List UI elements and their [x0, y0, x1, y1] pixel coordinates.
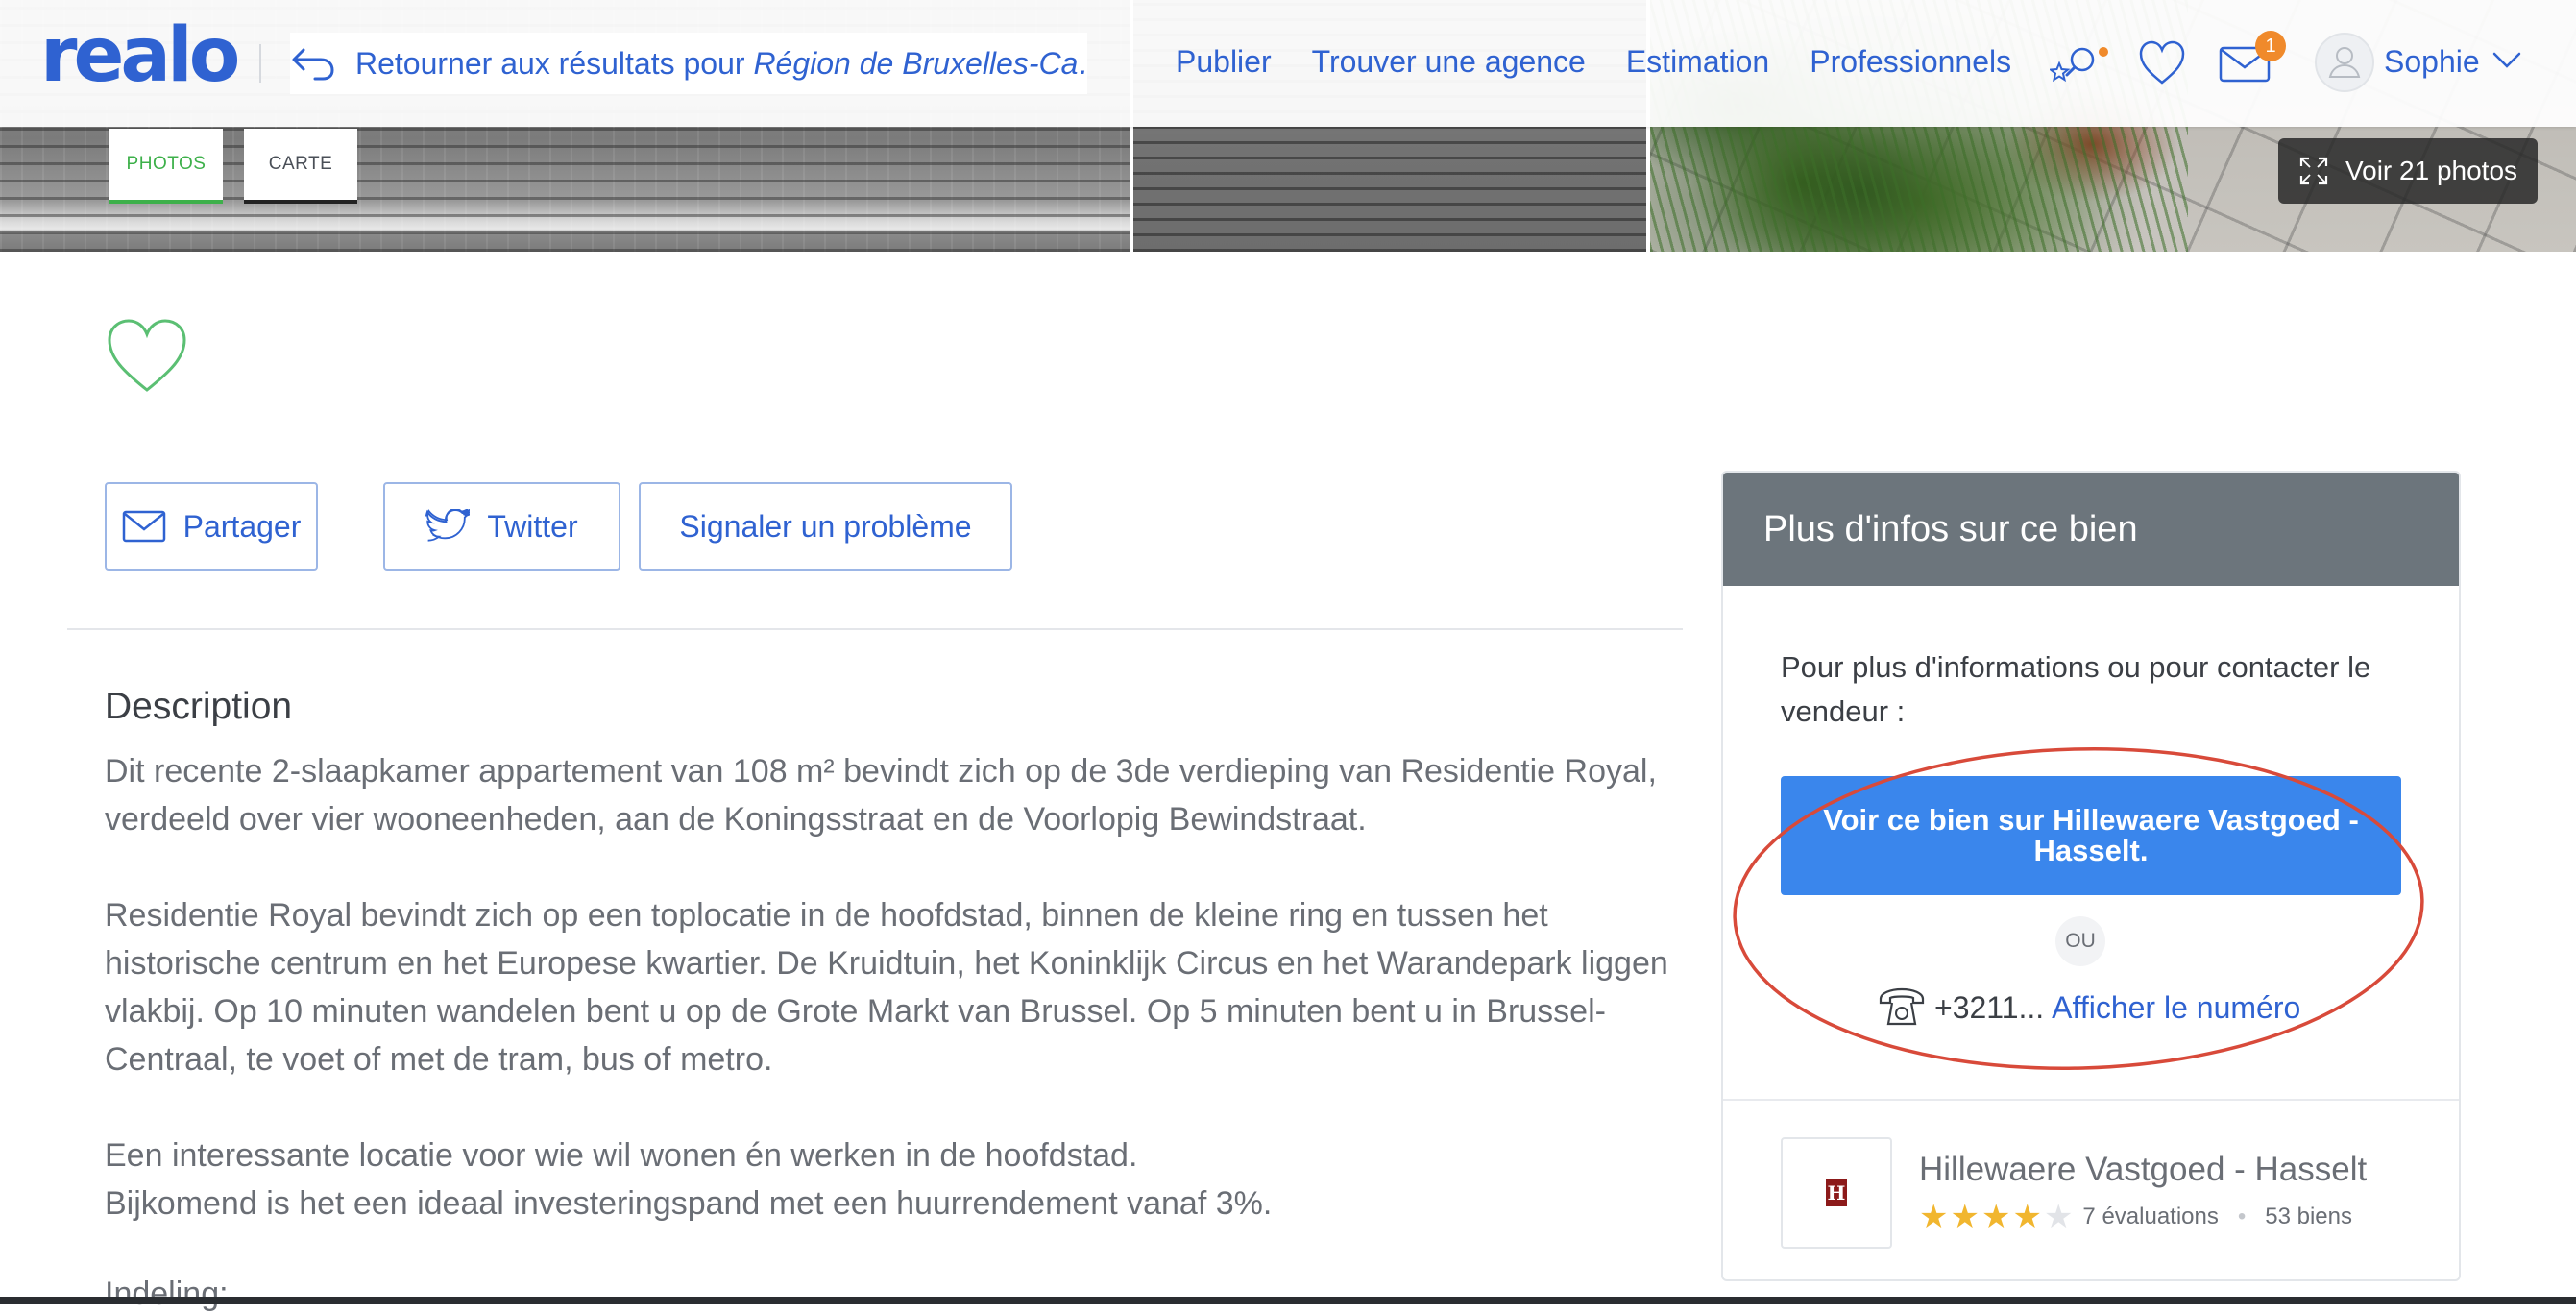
description-body: Dit recente 2-slaapkamer appartement van… [105, 747, 1680, 1228]
tab-photos[interactable]: PHOTOS [109, 129, 223, 204]
heart-icon[interactable] [2138, 38, 2186, 88]
nav-link-estimation[interactable]: Estimation [1626, 40, 1769, 83]
agency-listings[interactable]: 53 biens [2265, 1204, 2352, 1230]
agency-logo-mark: H [1826, 1179, 1847, 1206]
contact-info-text: Pour plus d'informations ou pour contact… [1781, 650, 2371, 728]
main-nav-links: Publier Trouver une agence Estimation Pr… [1176, 40, 2011, 83]
card-divider [1723, 1099, 2459, 1101]
share-email-button[interactable]: Partager [105, 482, 318, 571]
nav-link-professionnels[interactable]: Professionnels [1810, 40, 2011, 83]
meta-separator-dot: • [2237, 1204, 2247, 1229]
tab-carte[interactable]: CARTE [244, 129, 357, 204]
back-arrow-icon [292, 48, 334, 81]
description-paragraph: Dit recente 2-slaapkamer appartement van… [105, 753, 1657, 838]
view-on-seller-site-button[interactable]: Voir ce bien sur Hillewaere Vastgoed - H… [1781, 776, 2401, 895]
nav-separator [259, 44, 261, 83]
description-paragraph: Een interessante locatie voor wie wil wo… [105, 1137, 1138, 1174]
avatar[interactable] [2315, 33, 2374, 92]
star-icon: ★ [1919, 1199, 1949, 1235]
favorite-heart-icon[interactable] [104, 313, 190, 400]
contact-card: Plus d'infos sur ce bien Pour plus d'inf… [1721, 471, 2461, 1281]
description-paragraph: Residentie Royal bevindt zich op een top… [105, 897, 1668, 1078]
share-twitter-label: Twitter [487, 508, 578, 544]
logo-text: realo [40, 12, 240, 99]
realo-logo[interactable]: realo [40, 17, 240, 94]
nav-link-publier[interactable]: Publier [1176, 40, 1272, 83]
user-menu-name[interactable]: Sophie [2384, 40, 2480, 83]
mail-count-badge: 1 [2255, 31, 2286, 61]
report-problem-label: Signaler un problème [679, 508, 972, 544]
saved-search-icon[interactable] [2050, 42, 2109, 88]
contact-card-title: Plus d'infos sur ce bien [1723, 473, 2459, 586]
avatar-icon [2328, 47, 2361, 78]
description-title: Description [105, 686, 293, 727]
view-all-photos-label: Voir 21 photos [2345, 156, 2518, 185]
share-twitter-button[interactable]: Twitter [383, 482, 620, 571]
agency-name[interactable]: Hillewaere Vastgoed - Hasselt [1919, 1151, 2367, 1189]
window-bottom-edge [0, 1297, 2576, 1304]
or-separator: OU [2055, 916, 2105, 966]
agency-logo[interactable]: H [1781, 1137, 1892, 1249]
telephone-icon [1879, 987, 1925, 1026]
back-link-text: Retourner aux résultats pour Région de B… [355, 46, 1087, 82]
report-problem-button[interactable]: Signaler un problème [639, 482, 1012, 571]
view-all-photos-button[interactable]: Voir 21 photos [2278, 138, 2538, 204]
layout-heading: Indeling: [105, 1276, 229, 1312]
phone-number-partial: +3211... [1934, 989, 2045, 1025]
agency-meta: ★ ★ ★ ★ ★ 7 évaluations • 53 biens [1919, 1201, 2352, 1233]
star-icon: ★ [2043, 1199, 2074, 1235]
star-icon: ★ [2012, 1199, 2042, 1235]
back-link-location: Région de Bruxelles-Ca… [753, 45, 1087, 81]
agency-rating: ★ ★ ★ ★ ★ [1919, 1201, 2073, 1233]
share-email-label: Partager [182, 508, 302, 544]
phone-row: +3211... Afficher le numéro [1877, 985, 2300, 1030]
section-divider [67, 628, 1683, 630]
star-icon: ★ [1950, 1199, 1980, 1235]
nav-link-trouver-agence[interactable]: Trouver une agence [1312, 40, 1586, 83]
back-to-results-link[interactable]: Retourner aux résultats pour Région de B… [290, 33, 1087, 94]
agency-reviews[interactable]: 7 évaluations [2082, 1204, 2218, 1230]
chevron-down-icon[interactable] [2491, 50, 2522, 71]
envelope-icon [122, 510, 165, 543]
star-icon: ★ [1981, 1199, 2011, 1235]
description-paragraph: Bijkomend is het een ideaal investerings… [105, 1185, 1273, 1222]
show-phone-link[interactable]: Afficher le numéro [2052, 990, 2300, 1026]
expand-icon [2299, 157, 2328, 185]
twitter-bird-icon [425, 509, 471, 542]
top-navigation: realo Retourner aux résultats pour Régio… [0, 0, 2576, 127]
